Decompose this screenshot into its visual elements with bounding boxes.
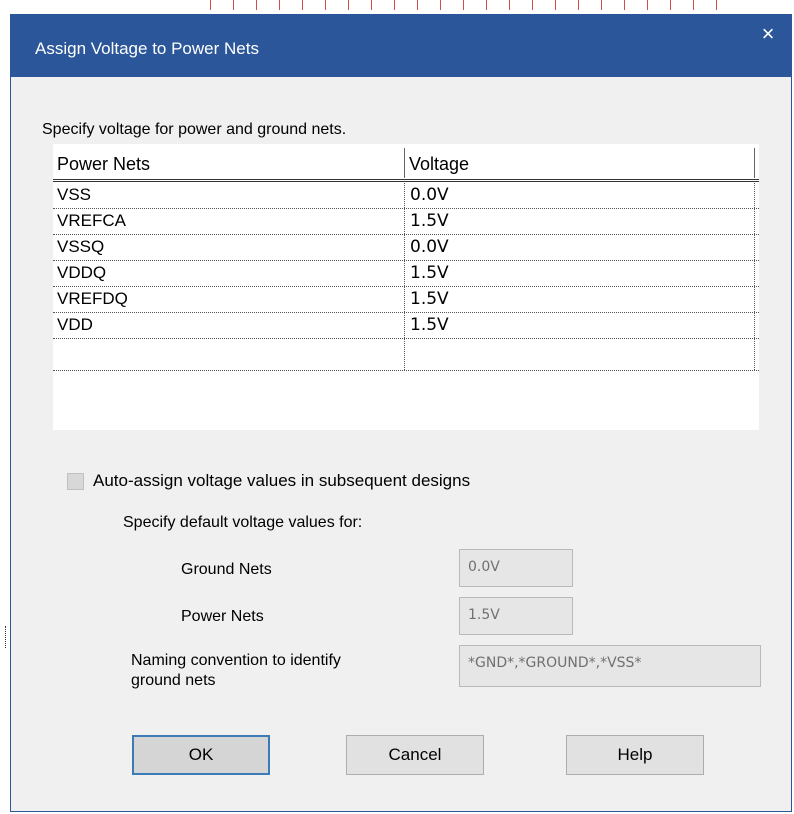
dialog-title: Assign Voltage to Power Nets bbox=[35, 39, 259, 58]
power-nets-label: Power Nets bbox=[181, 608, 264, 625]
auto-assign-checkbox[interactable] bbox=[67, 473, 84, 490]
power-nets-table: Power Nets Voltage VSS 0.0V VREFCA 1.5V … bbox=[53, 144, 759, 430]
voltage-value: 1.5V bbox=[410, 315, 449, 335]
background-app-strip bbox=[0, 0, 794, 14]
column-divider[interactable] bbox=[404, 148, 405, 178]
close-icon[interactable]: × bbox=[755, 21, 781, 47]
table-row[interactable]: VREFDQ 1.5V bbox=[53, 287, 759, 313]
net-name-cell: VDDQ bbox=[57, 263, 107, 282]
voltage-cell[interactable] bbox=[404, 339, 755, 370]
column-header-voltage[interactable]: Voltage bbox=[409, 154, 469, 175]
ground-nets-voltage-field[interactable]: 0.0V bbox=[459, 549, 573, 587]
voltage-value: 1.5V bbox=[410, 211, 449, 231]
voltage-cell[interactable]: 0.0V bbox=[404, 235, 755, 260]
net-name-cell: VDD bbox=[57, 315, 93, 334]
net-name-cell: VREFDQ bbox=[57, 289, 128, 308]
table-row[interactable]: VSS 0.0V bbox=[53, 183, 759, 209]
voltage-cell[interactable]: 1.5V bbox=[404, 261, 755, 286]
net-name-cell: VSS bbox=[57, 185, 92, 204]
voltage-value: 0.0V bbox=[410, 185, 449, 205]
voltage-cell[interactable]: 1.5V bbox=[404, 313, 755, 338]
voltage-value: 1.5V bbox=[410, 289, 449, 309]
column-header-power-nets[interactable]: Power Nets bbox=[57, 154, 150, 175]
defaults-heading: Specify default voltage values for: bbox=[123, 514, 363, 531]
table-row-empty[interactable] bbox=[53, 339, 759, 371]
table-row[interactable]: VREFCA 1.5V bbox=[53, 209, 759, 235]
naming-convention-field[interactable]: *GND*,*GROUND*,*VSS* bbox=[459, 645, 761, 687]
net-name-cell: VSSQ bbox=[57, 237, 105, 256]
naming-convention-label-line2: ground nets bbox=[131, 672, 216, 689]
voltage-cell[interactable]: 1.5V bbox=[404, 287, 755, 312]
table-row[interactable]: VDD 1.5V bbox=[53, 313, 759, 339]
power-nets-voltage-field[interactable]: 1.5V bbox=[459, 597, 573, 635]
dialog-titlebar: Assign Voltage to Power Nets × bbox=[11, 15, 791, 77]
instruction-text: Specify voltage for power and ground net… bbox=[42, 121, 347, 138]
voltage-cell[interactable]: 0.0V bbox=[404, 183, 755, 208]
table-header: Power Nets Voltage bbox=[53, 144, 759, 182]
ground-nets-label: Ground Nets bbox=[181, 561, 272, 578]
column-divider-end[interactable] bbox=[754, 148, 755, 178]
net-name-cell: VREFCA bbox=[57, 211, 126, 230]
naming-convention-label-line1: Naming convention to identify bbox=[131, 652, 341, 669]
table-row[interactable]: VSSQ 0.0V bbox=[53, 235, 759, 261]
background-ruler-ticks bbox=[188, 0, 728, 10]
ok-button[interactable]: OK bbox=[132, 735, 270, 775]
cancel-button[interactable]: Cancel bbox=[346, 735, 484, 775]
assign-voltage-dialog: Assign Voltage to Power Nets × Specify v… bbox=[10, 14, 792, 812]
table-row[interactable]: VDDQ 1.5V bbox=[53, 261, 759, 287]
background-edge-mark bbox=[5, 626, 9, 648]
voltage-value: 1.5V bbox=[410, 263, 449, 283]
help-button[interactable]: Help bbox=[566, 735, 704, 775]
voltage-value: 0.0V bbox=[410, 237, 449, 257]
voltage-cell[interactable]: 1.5V bbox=[404, 209, 755, 234]
auto-assign-label[interactable]: Auto-assign voltage values in subsequent… bbox=[93, 471, 470, 491]
